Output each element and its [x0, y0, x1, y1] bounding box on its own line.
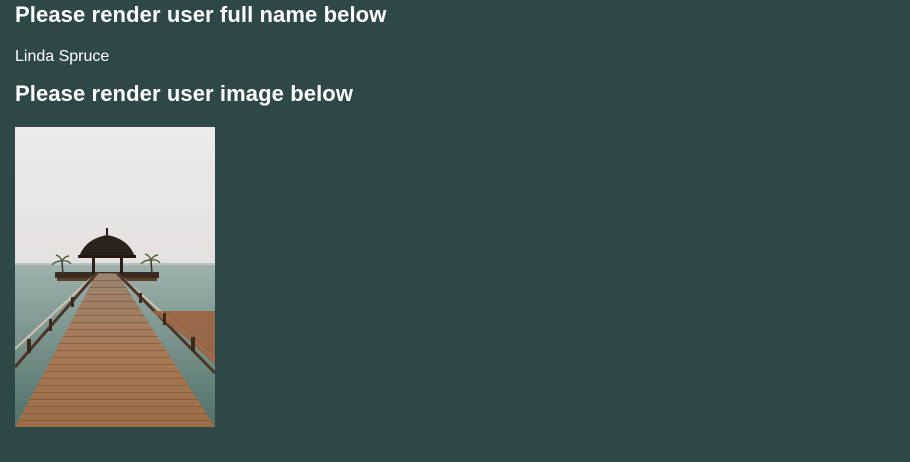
user-image — [15, 127, 215, 427]
user-image-heading: Please render user image below — [15, 81, 354, 106]
full-name-heading: Please render user full name below — [15, 2, 387, 27]
user-full-name: Linda Spruce — [15, 48, 110, 65]
page-content: Please render user full name below Linda… — [15, 0, 895, 427]
